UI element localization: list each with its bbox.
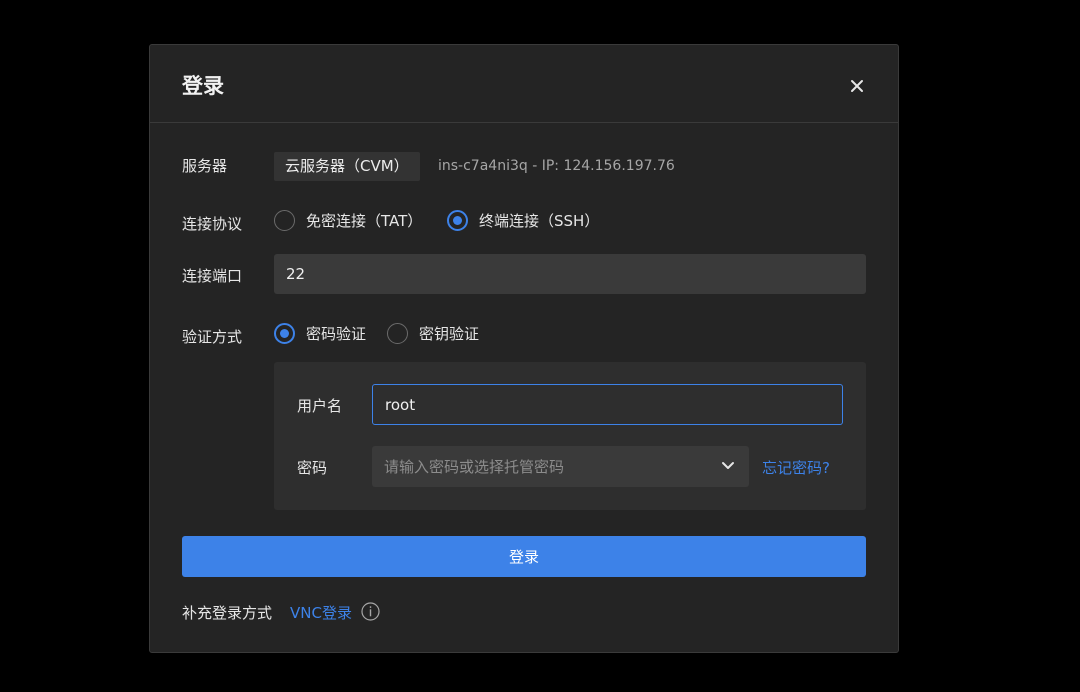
protocol-option-tat[interactable]: 免密连接（TAT）	[274, 210, 422, 231]
server-info: ins-c7a4ni3q - IP: 124.156.197.76	[438, 158, 675, 174]
auth-panel: 用户名 root 密码 请输入密码或选择托管密码 忘记密码?	[274, 362, 866, 510]
chevron-down-icon	[722, 462, 734, 469]
login-button[interactable]: 登录	[182, 536, 866, 577]
alternative-login-label: 补充登录方式	[182, 604, 273, 622]
protocol-option-label: 终端连接（SSH）	[479, 212, 600, 230]
port-value: 22	[286, 265, 306, 283]
auth-option-key[interactable]: 密钥验证	[387, 323, 479, 344]
auth-option-label: 密码验证	[306, 325, 367, 343]
port-input[interactable]: 22	[274, 254, 866, 294]
protocol-option-label: 免密连接（TAT）	[306, 212, 423, 230]
username-value: root	[385, 395, 416, 414]
auth-label: 验证方式	[182, 328, 243, 346]
password-placeholder: 请输入密码或选择托管密码	[384, 458, 565, 476]
server-type-tag: 云服务器（CVM）	[274, 152, 420, 181]
username-label: 用户名	[297, 397, 343, 415]
radio-checked-icon	[447, 210, 468, 231]
protocol-option-ssh[interactable]: 终端连接（SSH）	[447, 210, 599, 231]
dialog-title: 登录	[182, 74, 224, 98]
auth-option-password[interactable]: 密码验证	[274, 323, 366, 344]
port-label: 连接端口	[182, 267, 243, 285]
radio-unchecked-icon	[387, 323, 408, 344]
server-label: 服务器	[182, 157, 228, 175]
radio-checked-icon	[274, 323, 295, 344]
password-label: 密码	[297, 459, 328, 477]
protocol-label: 连接协议	[182, 215, 243, 233]
dialog-header: 登录	[150, 45, 898, 123]
auth-option-label: 密钥验证	[419, 325, 480, 343]
login-dialog: 登录 服务器 云服务器（CVM） ins-c7a4ni3q - IP: 124.…	[149, 44, 899, 653]
vnc-login-link[interactable]: VNC登录	[290, 602, 352, 623]
password-select[interactable]: 请输入密码或选择托管密码	[372, 446, 749, 487]
info-icon[interactable]	[361, 602, 380, 621]
username-input[interactable]: root	[372, 384, 843, 425]
forgot-password-link[interactable]: 忘记密码?	[762, 457, 830, 478]
close-icon[interactable]	[849, 78, 865, 94]
radio-unchecked-icon	[274, 210, 295, 231]
